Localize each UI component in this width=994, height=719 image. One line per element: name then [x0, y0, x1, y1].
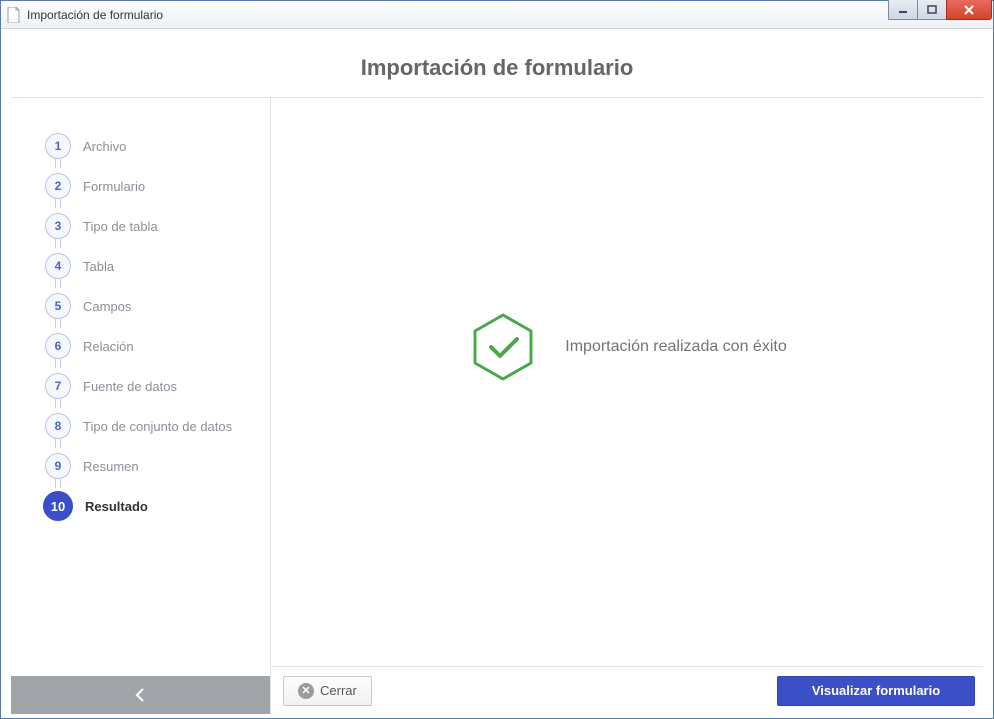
- window-controls: [889, 0, 992, 20]
- document-icon: [7, 7, 21, 23]
- step-badge: 5: [45, 293, 71, 319]
- step-badge: 8: [45, 413, 71, 439]
- maximize-button[interactable]: [917, 0, 947, 20]
- step-badge: 10: [43, 491, 73, 521]
- step-label: Formulario: [83, 179, 145, 194]
- result-message: Importación realizada con éxito: [565, 338, 786, 356]
- success-check-icon: [467, 311, 539, 383]
- minimize-button[interactable]: [888, 0, 918, 20]
- chevron-left-icon: [132, 686, 150, 704]
- page-title: Importación de formulario: [5, 33, 989, 97]
- step-label: Resumen: [83, 459, 139, 474]
- close-window-button[interactable]: [946, 0, 992, 20]
- wizard-sidebar: 1 Archivo 2 Formulario 3 Tipo de tabla 4 Tabla 5…: [11, 98, 271, 714]
- wizard-step-6[interactable]: 6 Relación: [45, 326, 270, 366]
- step-badge: 2: [45, 173, 71, 199]
- wizard-step-2[interactable]: 2 Formulario: [45, 166, 270, 206]
- wizard-step-3[interactable]: 3 Tipo de tabla: [45, 206, 270, 246]
- wizard-step-8[interactable]: 8 Tipo de conjunto de datos: [45, 406, 270, 446]
- wizard-step-5[interactable]: 5 Campos: [45, 286, 270, 326]
- step-label: Resultado: [85, 499, 148, 514]
- step-label: Relación: [83, 339, 134, 354]
- window-title: Importación de formulario: [27, 8, 163, 22]
- wizard-main: Importación realizada con éxito ✕ Cerrar…: [271, 98, 983, 714]
- step-label: Fuente de datos: [83, 379, 177, 394]
- dialog-footer: ✕ Cerrar Visualizar formulario: [271, 666, 983, 714]
- dialog-content: Importación de formulario 1 Archivo 2 Formu…: [5, 33, 989, 714]
- close-button-label: Cerrar: [320, 683, 357, 698]
- dialog-body: 1 Archivo 2 Formulario 3 Tipo de tabla 4 Tabla 5…: [11, 97, 983, 714]
- close-circle-icon: ✕: [298, 683, 314, 699]
- wizard-step-1[interactable]: 1 Archivo: [45, 126, 270, 166]
- step-badge: 3: [45, 213, 71, 239]
- step-badge: 7: [45, 373, 71, 399]
- wizard-step-4[interactable]: 4 Tabla: [45, 246, 270, 286]
- close-icon: [963, 5, 975, 15]
- wizard-step-7[interactable]: 7 Fuente de datos: [45, 366, 270, 406]
- step-label: Tipo de conjunto de datos: [83, 419, 232, 434]
- step-label: Campos: [83, 299, 131, 314]
- result-area: Importación realizada con éxito: [271, 98, 983, 666]
- titlebar: Importación de formulario: [1, 1, 993, 29]
- step-badge: 1: [45, 133, 71, 159]
- wizard-steps: 1 Archivo 2 Formulario 3 Tipo de tabla 4 Tabla 5…: [11, 98, 270, 676]
- close-button[interactable]: ✕ Cerrar: [283, 676, 372, 706]
- step-badge: 6: [45, 333, 71, 359]
- view-form-button-label: Visualizar formulario: [812, 683, 940, 698]
- dialog-window: Importación de formulario Importación de…: [0, 0, 994, 719]
- view-form-button[interactable]: Visualizar formulario: [777, 676, 975, 706]
- step-label: Tipo de tabla: [83, 219, 158, 234]
- maximize-icon: [927, 5, 937, 15]
- back-button[interactable]: [11, 676, 270, 714]
- wizard-step-9[interactable]: 9 Resumen: [45, 446, 270, 486]
- step-badge: 9: [45, 453, 71, 479]
- minimize-icon: [898, 5, 908, 15]
- wizard-step-10[interactable]: 10 Resultado: [45, 486, 270, 526]
- step-badge: 4: [45, 253, 71, 279]
- step-label: Archivo: [83, 139, 126, 154]
- step-label: Tabla: [83, 259, 114, 274]
